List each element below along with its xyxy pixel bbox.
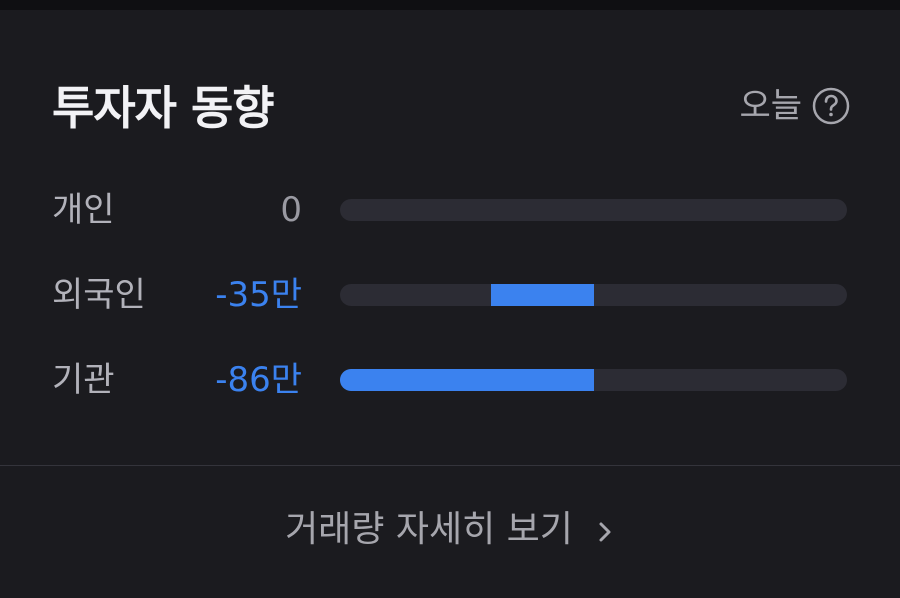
investor-row-foreign: 외국인 -35만 [0, 265, 900, 325]
investor-value: -35만 [215, 275, 302, 315]
footer-divider [0, 465, 900, 466]
view-volume-details-label: 거래량 자세히 보기 [285, 509, 573, 550]
investor-value: 0 [280, 190, 302, 230]
investor-row-individual: 개인 0 [0, 180, 900, 240]
period-selector[interactable]: 오늘 [739, 84, 850, 128]
investor-bar-fill [491, 284, 594, 306]
question-circle-icon[interactable] [812, 87, 850, 125]
investor-trend-card: 투자자 동향 오늘 개인 0 외국인 -35만 기관 -86만 거래량 자세히 … [0, 10, 900, 598]
investor-bar-track [340, 369, 847, 391]
investor-label: 외국인 [52, 275, 146, 315]
investor-bar-track [340, 284, 847, 306]
investor-label: 기관 [52, 360, 115, 400]
investor-bar-fill [340, 369, 594, 391]
investor-row-institution: 기관 -86만 [0, 350, 900, 410]
view-volume-details-link[interactable]: 거래량 자세히 보기 [0, 485, 900, 575]
chevron-right-icon [599, 522, 611, 542]
investor-label: 개인 [52, 190, 115, 230]
period-label: 오늘 [739, 86, 802, 126]
card-title: 투자자 동향 [52, 81, 275, 135]
investor-value: -86만 [215, 360, 302, 400]
investor-bar-track [340, 199, 847, 221]
